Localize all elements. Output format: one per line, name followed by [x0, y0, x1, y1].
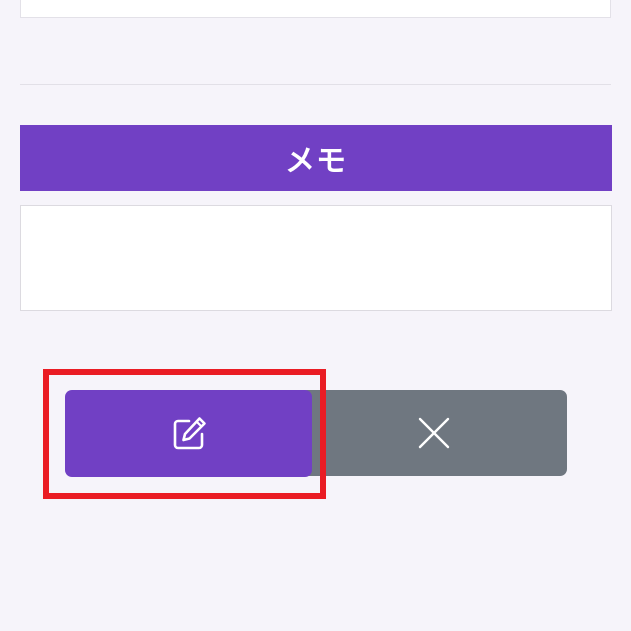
cancel-button[interactable]	[300, 390, 567, 476]
memo-field[interactable]	[20, 205, 612, 311]
memo-screen: メモ	[0, 0, 631, 631]
memo-header-label: メモ	[285, 144, 347, 179]
section-divider	[20, 84, 611, 85]
previous-field-box	[20, 0, 611, 18]
memo-section-header: メモ	[20, 125, 612, 191]
edit-icon	[170, 415, 208, 453]
close-icon	[417, 416, 451, 450]
edit-button[interactable]	[65, 390, 312, 477]
